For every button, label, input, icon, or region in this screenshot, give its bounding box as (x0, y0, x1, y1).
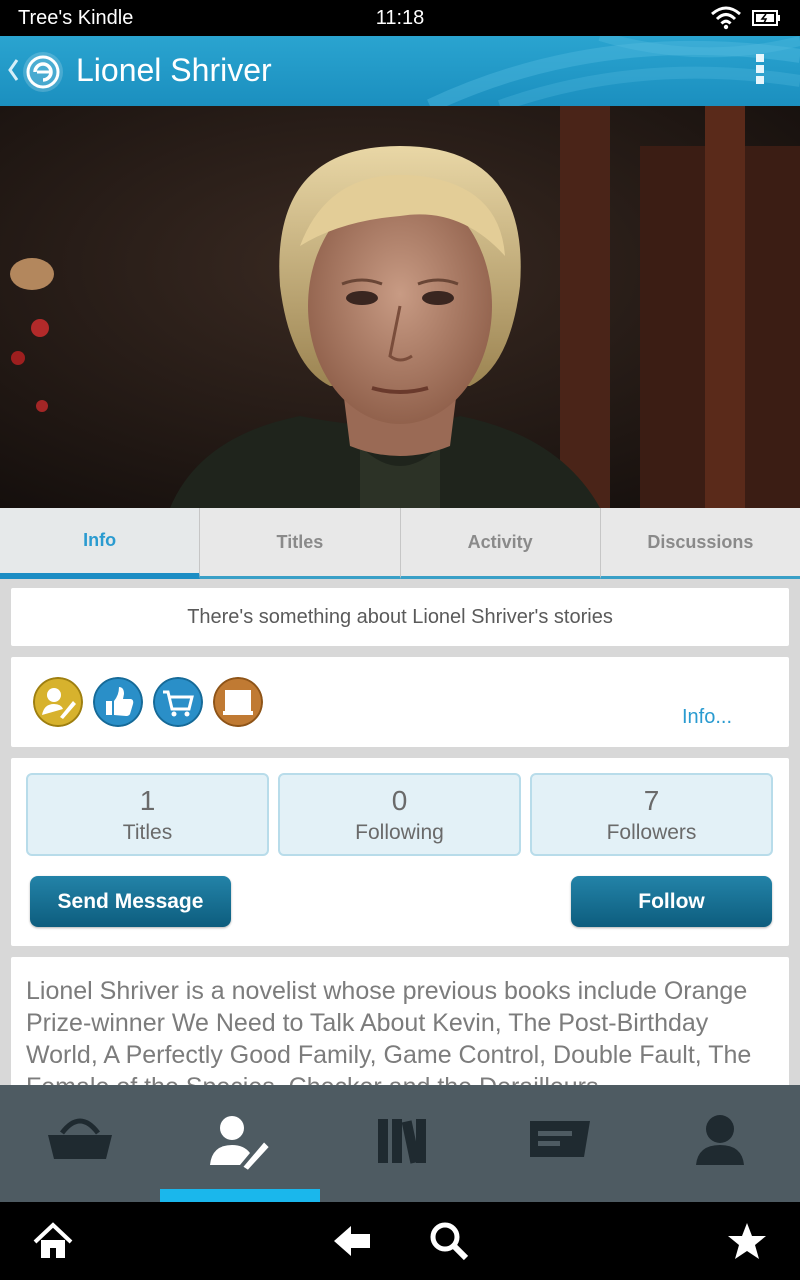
tab-titles[interactable]: Titles (200, 508, 401, 579)
store-basket-icon (48, 1118, 112, 1159)
author-photo-illustration (0, 106, 800, 508)
tab-discussions[interactable]: Discussions (600, 508, 800, 579)
profile-tabs: Info Titles Activity Discussions (0, 508, 800, 579)
app-root: Tree's Kindle 11:18 Lionel Shriver Info … (0, 0, 800, 1280)
overflow-dot (756, 65, 764, 73)
author-photo (0, 106, 800, 508)
stat-titles[interactable]: 1 Titles (26, 773, 269, 856)
badges-card: Info... (11, 657, 789, 747)
wifi-icon (711, 6, 741, 30)
favorites-star-icon[interactable] (726, 1220, 768, 1262)
action-bar: Lionel Shriver (0, 36, 800, 106)
authors-icon (210, 1116, 272, 1173)
stat-value: 0 (391, 785, 408, 816)
book-icon[interactable] (213, 677, 263, 727)
back-arrow-icon[interactable] (331, 1220, 373, 1262)
home-icon[interactable] (32, 1220, 74, 1262)
chevron-left-icon[interactable] (6, 56, 20, 84)
battery-icon (752, 10, 780, 26)
author-pen-icon[interactable] (33, 677, 83, 727)
stat-label: Titles (122, 821, 173, 844)
nav-profile[interactable] (640, 1085, 800, 1202)
system-nav-bar (0, 1202, 800, 1280)
stats-card: 1 Titles 0 Following 7 Followers Send Me… (11, 758, 789, 946)
status-clock: 11:18 (375, 7, 425, 29)
stat-label: Followers (606, 821, 697, 844)
status-bar: Tree's Kindle 11:18 (0, 0, 800, 36)
author-tagline-card: There's something about Lionel Shriver's… (11, 588, 789, 646)
shopping-cart-icon[interactable] (153, 677, 203, 727)
nav-authors[interactable] (160, 1085, 320, 1202)
author-bio-text: Lionel Shriver is a novelist whose previ… (26, 977, 752, 1101)
page-title: Lionel Shriver (76, 52, 272, 88)
messages-icon (530, 1121, 590, 1157)
stat-value: 7 (643, 785, 660, 816)
info-link[interactable]: Info... (682, 706, 732, 729)
search-icon[interactable] (428, 1220, 470, 1262)
overflow-dot (756, 54, 764, 62)
nav-messages[interactable] (480, 1085, 640, 1202)
nav-library[interactable] (320, 1085, 480, 1202)
nav-active-indicator (160, 1189, 320, 1202)
stat-following[interactable]: 0 Following (278, 773, 521, 856)
author-tagline: There's something about Lionel Shriver's… (187, 605, 613, 628)
tab-activity[interactable]: Activity (400, 508, 601, 579)
bottom-nav (0, 1085, 800, 1202)
nav-store[interactable] (0, 1085, 160, 1202)
profile-icon (696, 1115, 744, 1165)
follow-button[interactable]: Follow (571, 876, 772, 927)
send-message-button[interactable]: Send Message (30, 876, 231, 927)
library-icon (378, 1119, 426, 1164)
tab-info[interactable]: Info (0, 508, 201, 579)
overflow-dot (756, 76, 764, 84)
stat-value: 1 (139, 785, 156, 816)
app-swirl-logo-icon[interactable] (22, 51, 64, 93)
overflow-menu-icon[interactable] (754, 54, 766, 88)
stat-label: Following (355, 821, 444, 844)
thumbs-up-icon[interactable] (93, 677, 143, 727)
stat-followers[interactable]: 7 Followers (530, 773, 773, 856)
